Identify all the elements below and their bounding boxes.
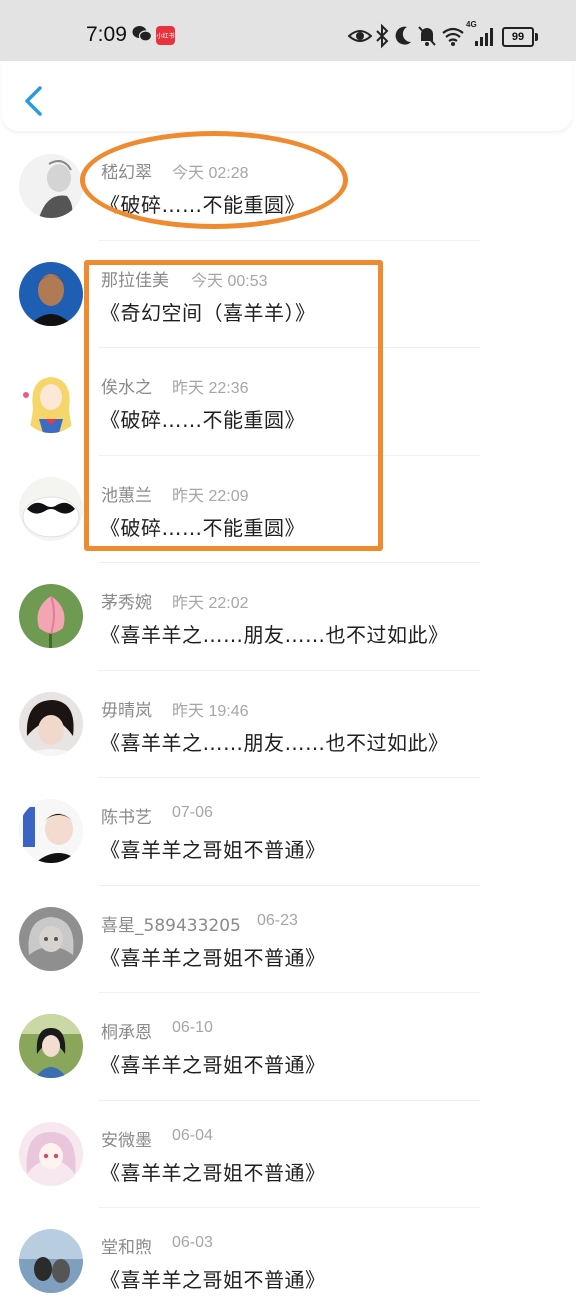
comment-author: 茅秀婉 <box>101 593 152 613</box>
list-item[interactable]: 嵇幻翠 今天 02:28 《破碎……不能重圆》 <box>0 133 576 241</box>
avatar[interactable] <box>19 261 83 326</box>
status-bar: 7:09 小红书 4G 99 <box>0 0 576 61</box>
avatar[interactable] <box>19 369 83 433</box>
comment-time: 昨天 19:46 <box>172 702 249 720</box>
comment-text: 《喜羊羊之……朋友……也不过如此》 <box>100 730 449 755</box>
signal-icon <box>475 28 493 46</box>
list-item[interactable]: 喜星_589433205 06-23 《喜羊羊之哥姐不普通》 <box>0 886 576 993</box>
comment-time: 今天 00:53 <box>191 272 268 290</box>
bell-off-icon <box>418 26 436 46</box>
comment-author: 俟水之 <box>101 378 152 398</box>
comment-time: 06-23 <box>257 911 298 929</box>
avatar[interactable] <box>19 584 83 648</box>
comment-text: 《破碎……不能重圆》 <box>100 408 305 432</box>
avatar[interactable] <box>19 799 83 863</box>
avatar-boy-blue <box>19 261 83 326</box>
comment-author: 桐承恩 <box>101 1023 152 1043</box>
avatar-girl-trees <box>19 1014 83 1078</box>
eye-icon <box>348 30 372 42</box>
list-item[interactable]: 茅秀婉 昨天 22:02 《喜羊羊之……朋友……也不过如此》 <box>0 563 576 671</box>
avatar-grey-anime <box>19 906 83 971</box>
avatar[interactable] <box>19 906 83 971</box>
comment-time: 06-10 <box>172 1019 213 1036</box>
comment-time: 昨天 22:09 <box>172 487 249 505</box>
comment-time: 昨天 22:02 <box>172 595 249 612</box>
battery-icon: 99 <box>502 27 538 47</box>
comment-text: 《喜羊羊之……朋友……也不过如此》 <box>100 623 449 647</box>
comment-author: 喜星_589433205 <box>101 915 241 936</box>
comment-time: 06-03 <box>172 1234 213 1251</box>
chevron-left-icon[interactable] <box>20 85 46 117</box>
avatar-boy-white <box>19 799 83 863</box>
bluetooth-icon <box>376 23 389 49</box>
wifi-icon <box>442 27 464 46</box>
comment-list: 嵇幻翠 今天 02:28 《破碎……不能重圆》 那拉佳美 今天 00:53 《奇… <box>0 133 576 1316</box>
comment-text: 《喜羊羊之哥姐不普通》 <box>100 1268 326 1292</box>
comment-author: 陈书艺 <box>101 808 152 828</box>
avatar[interactable] <box>19 1121 83 1186</box>
app-badge-icon: 小红书 <box>156 26 175 45</box>
avatar-lotus <box>19 584 83 648</box>
avatar-couple-sea <box>19 1229 83 1293</box>
comment-author: 堂和煦 <box>101 1238 152 1258</box>
comment-author: 池蕙兰 <box>101 485 152 506</box>
comment-text: 《喜羊羊之哥姐不普通》 <box>100 1053 326 1077</box>
list-item[interactable]: 那拉佳美 今天 00:53 《奇幻空间（喜羊羊）》 <box>0 241 576 348</box>
avatar[interactable] <box>19 154 83 218</box>
comment-time: 07-06 <box>172 804 213 821</box>
nav-bar <box>2 61 572 131</box>
list-item[interactable]: 陈书艺 07-06 《喜羊羊之哥姐不普通》 <box>0 778 576 886</box>
avatar-girl-dark <box>19 691 83 756</box>
list-item[interactable]: 池蕙兰 昨天 22:09 《破碎……不能重圆》 <box>0 456 576 563</box>
list-item[interactable]: 堂和煦 06-03 《喜羊羊之哥姐不普通》 <box>0 1208 576 1316</box>
avatar[interactable] <box>19 476 83 541</box>
comment-time: 昨天 22:36 <box>172 380 249 397</box>
avatar-anime-girl <box>19 369 83 433</box>
list-item[interactable]: 桐承恩 06-10 《喜羊羊之哥姐不普通》 <box>0 993 576 1101</box>
comment-time: 06-04 <box>172 1126 213 1144</box>
moon-icon <box>395 26 411 45</box>
comment-text: 《破碎……不能重圆》 <box>100 193 305 217</box>
avatar[interactable] <box>19 1014 83 1078</box>
comment-author: 那拉佳美 <box>101 270 169 291</box>
comment-author: 安微墨 <box>101 1130 152 1151</box>
comment-text: 《喜羊羊之哥姐不普通》 <box>100 1160 326 1185</box>
avatar-pink-anime <box>19 1121 83 1186</box>
wechat-icon <box>132 26 152 42</box>
list-item[interactable]: 毋晴岚 昨天 19:46 《喜羊羊之……朋友……也不过如此》 <box>0 671 576 778</box>
comment-author: 嵇幻翠 <box>101 163 152 183</box>
comment-author: 毋晴岚 <box>101 700 152 721</box>
list-item[interactable]: 俟水之 昨天 22:36 《破碎……不能重圆》 <box>0 348 576 456</box>
avatar-sketch <box>19 154 83 218</box>
avatar-mustache <box>19 476 83 541</box>
comment-text: 《喜羊羊之哥姐不普通》 <box>100 945 326 970</box>
comment-time: 今天 02:28 <box>172 165 249 182</box>
comment-text: 《喜羊羊之哥姐不普通》 <box>100 838 326 862</box>
comment-text: 《破碎……不能重圆》 <box>100 515 305 540</box>
avatar[interactable] <box>19 691 83 756</box>
status-time: 7:09 <box>86 23 127 46</box>
list-item[interactable]: 安微墨 06-04 《喜羊羊之哥姐不普通》 <box>0 1101 576 1208</box>
avatar[interactable] <box>19 1229 83 1293</box>
comment-text: 《奇幻空间（喜羊羊）》 <box>100 300 316 325</box>
